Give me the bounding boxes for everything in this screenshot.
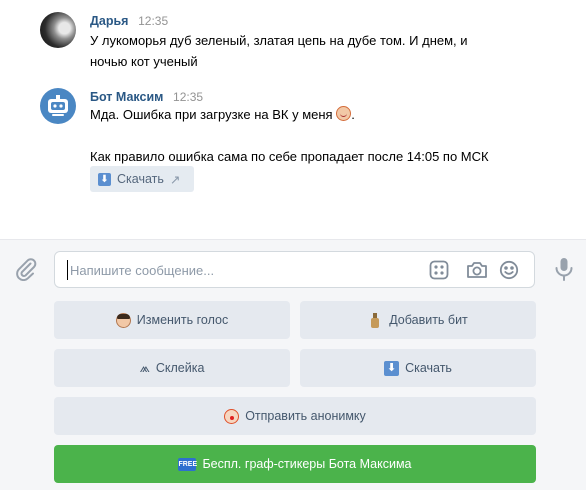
glue-button[interactable]: ⩕ Склейка [54, 349, 290, 387]
camera-icon[interactable] [466, 260, 487, 280]
message-text: Мда. Ошибка при загрузке на ВК у меня . … [90, 104, 489, 167]
download-button[interactable]: ⬇ Скачать [300, 349, 536, 387]
button-label: Изменить голос [136, 313, 229, 327]
message-bot: Бот Максим 12:35 Мда. Ошибка при загрузк… [40, 88, 570, 238]
external-arrow-icon: ↗ [169, 172, 181, 187]
button-label: Добавить бит [389, 313, 468, 327]
paperclip-icon[interactable] [14, 257, 38, 281]
message-header: Дарья 12:35 [90, 12, 168, 30]
clown-emoji-icon [336, 106, 352, 121]
apps-grid-icon[interactable] [429, 260, 449, 280]
glue-icon: ⩕ [139, 360, 150, 375]
chat-history: Дарья 12:35 У лукоморья дуб зеленый, зла… [0, 0, 586, 239]
message-line-text: Мда. Ошибка при загрузке на ВК у меня [90, 107, 333, 122]
button-label: Склейка [155, 361, 205, 375]
change-voice-button[interactable]: Изменить голос [54, 301, 290, 339]
microphone-icon[interactable] [552, 256, 576, 282]
face-emoji-icon [115, 312, 131, 328]
message-input-box[interactable] [54, 251, 535, 288]
message-line: Как правило ошибка сама по себе пропадае… [90, 149, 489, 164]
download-icon: ⬇ [98, 172, 111, 186]
add-beat-button[interactable]: Добавить бит [300, 301, 536, 339]
smile-icon[interactable] [499, 260, 519, 280]
free-badge-icon: FREE [178, 457, 197, 471]
download-icon: ⬇ [384, 360, 400, 376]
message-darya: Дарья 12:35 У лукоморья дуб зеленый, зла… [40, 12, 570, 72]
message-input[interactable] [67, 260, 410, 280]
button-label: Беспл. граф-стикеры Бота Максима [202, 457, 412, 471]
message-line: ночью кот ученый [90, 54, 198, 69]
clown-emoji-icon [224, 408, 240, 424]
message-text: У лукоморья дуб зеленый, златая цепь на … [90, 30, 468, 72]
button-label: Скачать [405, 361, 452, 375]
message-line-end: . [351, 107, 355, 122]
message-line: Мда. Ошибка при загрузке на ВК у меня . [90, 104, 489, 125]
bottle-emoji-icon [368, 312, 383, 328]
message-line: У лукоморья дуб зеленый, златая цепь на … [90, 33, 468, 48]
bot-avatar-icon[interactable] [40, 88, 76, 124]
author-name[interactable]: Бот Максим [90, 90, 163, 104]
attachment-label: Скачать [117, 172, 164, 186]
download-attachment-button[interactable]: ⬇ Скачать ↗ [90, 166, 194, 192]
send-anonymous-button[interactable]: Отправить анонимку [54, 397, 536, 435]
author-name[interactable]: Дарья [90, 14, 128, 28]
free-stickers-button[interactable]: FREE Беспл. граф-стикеры Бота Максима [54, 445, 536, 483]
button-label: Отправить анонимку [245, 409, 366, 423]
message-time: 12:35 [173, 90, 204, 104]
message-time: 12:35 [138, 14, 169, 28]
avatar-darya[interactable] [40, 12, 76, 48]
